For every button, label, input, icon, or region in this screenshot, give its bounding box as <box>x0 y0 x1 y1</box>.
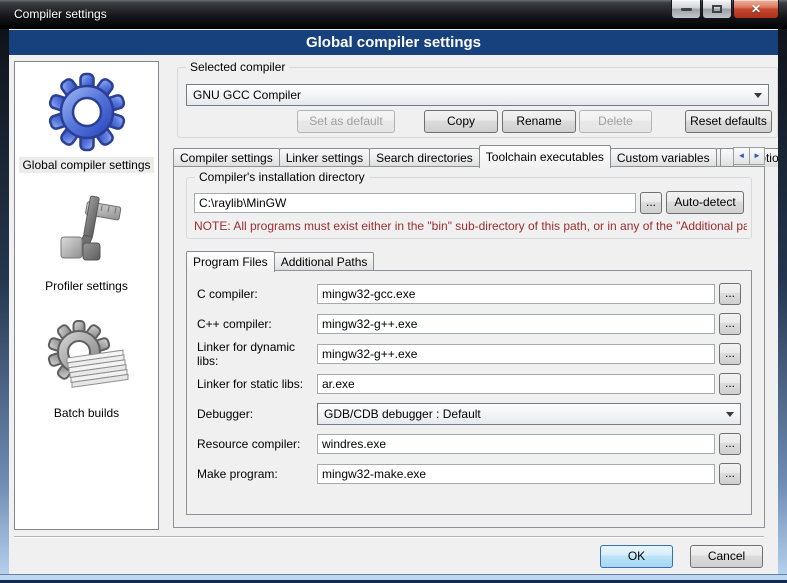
debugger-select-value: GDB/CDB debugger : Default <box>324 407 481 421</box>
field-label: Make program: <box>197 467 317 481</box>
blue-gear-icon <box>45 70 129 154</box>
program-files-panel: C compiler: ... C++ compiler: ... Linker… <box>186 270 752 515</box>
caliper-icon <box>45 195 129 275</box>
installation-directory-input[interactable] <box>194 193 636 213</box>
auto-detect-button[interactable]: Auto-detect <box>666 191 744 214</box>
tab-compiler-settings[interactable]: Compiler settings <box>173 148 280 167</box>
tab-clipped[interactable] <box>720 148 734 167</box>
field-label: Debugger: <box>197 407 317 421</box>
field-label: C++ compiler: <box>197 317 317 331</box>
resource-compiler-input[interactable] <box>317 434 715 454</box>
compiler-select-value: GNU GCC Compiler <box>193 88 301 102</box>
group-legend: Compiler's installation directory <box>195 170 369 184</box>
tab-additional-paths[interactable]: Additional Paths <box>274 252 375 271</box>
browse-resource-compiler-button[interactable]: ... <box>719 433 741 455</box>
window-frame-left <box>0 29 9 583</box>
compiler-select[interactable]: GNU GCC Compiler <box>186 84 769 106</box>
compiler-settings-dialog: Compiler settings ✕ Global compiler sett… <box>0 0 787 583</box>
browse-dynamic-linker-button[interactable]: ... <box>719 343 741 365</box>
set-as-default-button[interactable]: Set as default <box>297 110 395 133</box>
window-frame-right <box>778 29 787 583</box>
tab-scroll-right-button[interactable]: ► <box>749 148 764 164</box>
tab-search-directories[interactable]: Search directories <box>369 148 480 167</box>
tab-custom-variables[interactable]: Custom variables <box>610 148 717 167</box>
sidebar-item-global-compiler-settings[interactable]: Global compiler settings <box>15 70 158 173</box>
page-title: Global compiler settings <box>9 30 778 55</box>
browse-c-compiler-button[interactable]: ... <box>719 283 741 305</box>
sidebar-item-label: Batch builds <box>51 405 122 421</box>
dynamic-linker-input[interactable] <box>317 344 715 364</box>
program-files-tab-strip: Program Files Additional Paths <box>186 249 373 271</box>
toolchain-executables-panel: Compiler's installation directory ... Au… <box>173 166 765 528</box>
settings-category-list: Global compiler settings <box>14 61 159 530</box>
sidebar-item-label: Profiler settings <box>42 278 131 294</box>
sidebar-item-batch-builds[interactable]: Batch builds <box>15 320 158 421</box>
field-label: C compiler: <box>197 287 317 301</box>
maximize-icon <box>712 5 722 13</box>
sidebar-item-profiler-settings[interactable]: Profiler settings <box>15 195 158 294</box>
field-row-dynamic-linker: Linker for dynamic libs: ... <box>197 343 741 365</box>
rename-button[interactable]: Rename <box>502 110 576 133</box>
selected-compiler-group: Selected compiler GNU GCC Compiler Set a… <box>177 67 778 138</box>
browse-static-linker-button[interactable]: ... <box>719 373 741 395</box>
c-compiler-input[interactable] <box>317 284 715 304</box>
field-row-cpp-compiler: C++ compiler: ... <box>197 313 741 335</box>
field-label: Linker for dynamic libs: <box>197 340 317 368</box>
field-row-resource-compiler: Resource compiler: ... <box>197 433 741 455</box>
title-bar[interactable]: Compiler settings ✕ <box>0 0 787 29</box>
field-label: Linker for static libs: <box>197 377 317 391</box>
close-icon: ✕ <box>751 2 761 16</box>
ok-button[interactable]: OK <box>600 545 673 568</box>
dropdown-arrow-icon <box>726 412 734 421</box>
static-linker-input[interactable] <box>317 374 715 394</box>
copy-button[interactable]: Copy <box>424 110 498 133</box>
cancel-button[interactable]: Cancel <box>690 545 763 568</box>
close-button[interactable]: ✕ <box>733 0 779 19</box>
dropdown-arrow-icon <box>754 93 762 102</box>
group-legend: Selected compiler <box>186 60 289 74</box>
installation-directory-group: Compiler's installation directory ... Au… <box>186 177 752 239</box>
field-row-make-program: Make program: ... <box>197 463 741 485</box>
tab-toolchain-executables[interactable]: Toolchain executables <box>479 145 611 168</box>
tab-scroll-buttons: ◄ ► <box>733 147 765 165</box>
settings-tab-strip: Compiler settings Linker settings Search… <box>173 143 779 167</box>
footer-separator <box>14 536 764 538</box>
gear-papers-icon <box>45 320 129 402</box>
note-text: NOTE: All programs must exist either in … <box>194 219 747 233</box>
field-label: Resource compiler: <box>197 437 317 451</box>
make-program-input[interactable] <box>317 464 715 484</box>
browse-cpp-compiler-button[interactable]: ... <box>719 313 741 335</box>
field-row-c-compiler: C compiler: ... <box>197 283 741 305</box>
tab-scroll-left-button[interactable]: ◄ <box>734 148 749 164</box>
minimize-icon <box>681 8 692 11</box>
minimize-button[interactable] <box>671 0 701 19</box>
field-row-static-linker: Linker for static libs: ... <box>197 373 741 395</box>
cpp-compiler-input[interactable] <box>317 314 715 334</box>
reset-defaults-button[interactable]: Reset defaults <box>685 110 772 133</box>
tab-program-files[interactable]: Program Files <box>186 251 275 272</box>
maximize-button[interactable] <box>702 0 732 19</box>
debugger-select[interactable]: GDB/CDB debugger : Default <box>317 403 741 425</box>
window-title: Compiler settings <box>14 0 107 29</box>
sidebar-item-label: Global compiler settings <box>19 157 153 173</box>
browse-make-program-button[interactable]: ... <box>719 463 741 485</box>
tab-linker-settings[interactable]: Linker settings <box>279 148 370 167</box>
browse-directory-button[interactable]: ... <box>640 192 662 214</box>
delete-button[interactable]: Delete <box>579 110 652 133</box>
field-row-debugger: Debugger: GDB/CDB debugger : Default <box>197 403 741 425</box>
window-controls: ✕ <box>671 0 779 19</box>
window-frame-bottom <box>0 574 787 583</box>
